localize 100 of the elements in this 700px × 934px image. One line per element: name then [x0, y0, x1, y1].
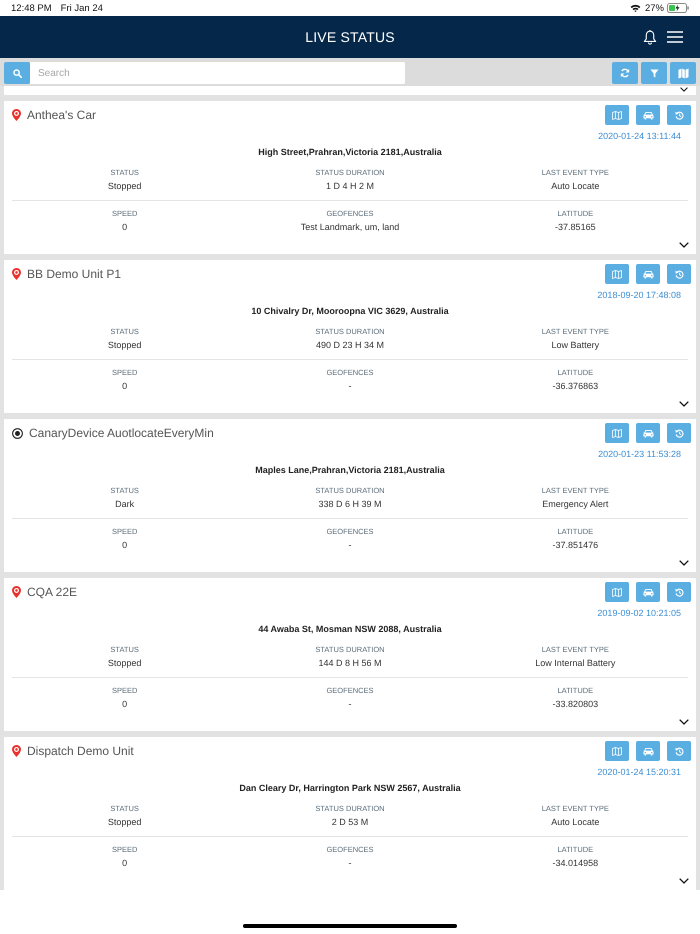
search-button[interactable] [4, 62, 30, 84]
field-value: 1 D 4 H 2 M [326, 180, 374, 193]
field-value: Stopped [108, 816, 142, 829]
address: 44 Awaba St, Mosman NSW 2088, Australia [257, 623, 443, 635]
timestamp: 2020-01-23 11:53:28 [597, 448, 682, 460]
ring-icon [12, 428, 23, 438]
field-value: 338 D 6 H 39 M [318, 498, 382, 511]
device-name: BB Demo Unit P1 [27, 267, 122, 281]
field-value: Stopped [108, 339, 142, 352]
location-pin-icon [12, 745, 21, 757]
page-title: LIVE STATUS [305, 29, 395, 45]
field-value: -33.820803 [552, 698, 598, 711]
chevron-icon[interactable] [679, 560, 689, 566]
map-icon [612, 110, 622, 120]
status-time: 12:48 PM [11, 2, 52, 14]
history-icon [674, 428, 684, 438]
battery-percent: 27% [644, 2, 664, 14]
car-button[interactable] [636, 105, 660, 125]
chevron-icon[interactable] [679, 401, 689, 407]
field-value: -36.376863 [552, 380, 598, 393]
car-button[interactable] [636, 264, 660, 284]
field-value: - [348, 698, 352, 711]
field-value: - [348, 380, 352, 393]
location-pin-icon [12, 109, 21, 121]
map-button[interactable] [605, 741, 629, 761]
history-icon [674, 270, 684, 278]
field-value: Auto Locate [551, 816, 600, 829]
chevron-icon[interactable] [679, 878, 689, 884]
car-icon [642, 110, 654, 120]
map-button[interactable] [605, 582, 629, 602]
field-value: -34.014958 [552, 857, 598, 870]
filter-icon [650, 68, 658, 78]
address: High Street,Prahran,Victoria 2181,Australia [257, 146, 443, 158]
search-field[interactable]: Search [30, 62, 405, 84]
field-value: Stopped [108, 657, 142, 670]
bell-icon[interactable] [643, 30, 657, 44]
car-icon [642, 270, 654, 278]
field-value: -37.85165 [555, 221, 596, 234]
field-value: - [348, 857, 352, 870]
device-name: Dispatch Demo Unit [27, 744, 134, 758]
field-value: 490 D 23 H 34 M [316, 339, 384, 352]
wifi-icon [630, 4, 641, 12]
field-value: 2 D 53 M [332, 816, 368, 829]
history-icon [674, 746, 684, 756]
field-value: 0 [122, 539, 128, 552]
location-pin-icon [12, 586, 21, 598]
field-value: 144 D 8 H 56 M [318, 657, 382, 670]
field-value: Stopped [108, 180, 142, 193]
map-icon [612, 270, 622, 278]
timestamp: 2020-01-24 15:20:31 [596, 766, 682, 778]
map-icon [612, 746, 622, 756]
car-button[interactable] [636, 582, 660, 602]
refresh-button[interactable] [612, 62, 638, 84]
address: 10 Chivalry Dr, Mooroopna VIC 3629, Australia [250, 305, 450, 317]
history-button[interactable] [667, 741, 691, 761]
field-value: Dark [115, 498, 134, 511]
car-button[interactable] [636, 423, 660, 443]
history-button[interactable] [667, 423, 691, 443]
car-icon [642, 746, 654, 756]
car-icon [642, 588, 654, 596]
field-value: 0 [122, 698, 128, 711]
timestamp: 2018-09-20 17:48:08 [596, 289, 682, 301]
menu-icon[interactable] [667, 31, 683, 43]
map-icon [678, 68, 688, 78]
chevron-icon[interactable] [679, 719, 689, 725]
car-button[interactable] [636, 741, 660, 761]
device-name: CanaryDevice AuotlocateEveryMin [29, 426, 214, 440]
field-value: - [348, 539, 352, 552]
filter-button[interactable] [641, 62, 667, 84]
map-icon [612, 588, 622, 596]
field-value: Low Battery [552, 339, 600, 352]
search-icon [12, 68, 22, 78]
timestamp: 2019-09-02 10:21:05 [596, 607, 682, 619]
map-icon [612, 428, 622, 438]
field-value: 0 [122, 380, 128, 393]
refresh-icon [620, 68, 630, 78]
history-button[interactable] [667, 264, 691, 284]
history-button[interactable] [667, 582, 691, 602]
device-name: Anthea's Car [27, 108, 96, 122]
field-value: 0 [122, 221, 128, 234]
device-name: CQA 22E [27, 585, 78, 599]
map-button[interactable] [605, 423, 629, 443]
history-button[interactable] [667, 105, 691, 125]
history-icon [674, 588, 684, 596]
location-pin-icon [12, 268, 21, 280]
chevron-icon[interactable] [679, 242, 689, 248]
field-value: Auto Locate [551, 180, 600, 193]
map-button[interactable] [605, 105, 629, 125]
car-icon [642, 428, 654, 438]
chevron-icon[interactable] [680, 87, 688, 92]
field-value: 0 [122, 857, 128, 870]
field-value: Emergency Alert [542, 498, 608, 511]
field-value: -37.851476 [552, 539, 598, 552]
battery-icon [667, 3, 689, 13]
address: Dan Cleary Dr, Harrington Park NSW 2567, Australia [238, 782, 462, 794]
history-icon [674, 110, 684, 120]
timestamp: 2020-01-24 13:11:44 [597, 130, 682, 142]
address: Maples Lane,Prahran,Victoria 2181,Australia [254, 464, 446, 476]
map-button[interactable] [605, 264, 629, 284]
field-value: Low Internal Battery [535, 657, 616, 670]
